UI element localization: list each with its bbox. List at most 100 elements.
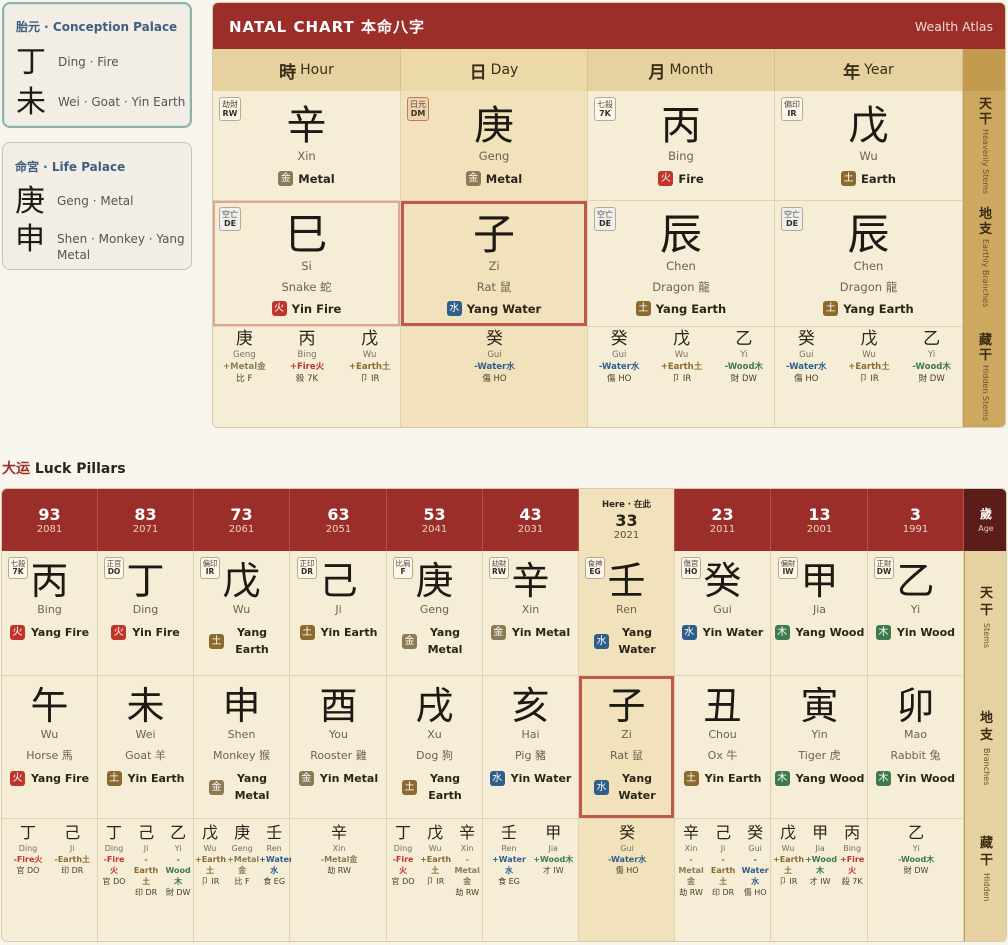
element-label: Yang Fire	[30, 626, 90, 639]
branch-pinyin: Zi	[488, 259, 500, 273]
luck-age-13[interactable]: 13 2001	[772, 489, 868, 551]
luck-stem-23[interactable]: 傷官 HO 癸 Gui 水 Yin Water	[675, 551, 771, 676]
hidden-pinyin: Geng	[233, 350, 256, 360]
branch-animal: Monkey 猴	[213, 749, 270, 762]
luck-title-en: Luck Pillars	[34, 461, 126, 477]
hidden-pinyin: Xin	[332, 844, 346, 853]
hidden-glyph: 己	[138, 823, 155, 842]
hidden-stem: 甲 Jia +Wood木才 IW	[531, 823, 575, 876]
luck-branch-3[interactable]: 卯 Mao Rabbit 兔木 Yin Wood	[868, 676, 964, 819]
luck-branch-93[interactable]: 午 Wu Horse 馬火 Yang Fire	[2, 676, 98, 819]
stem-element: 土 Earth	[841, 171, 896, 186]
hidden-element: -Water水	[598, 362, 640, 372]
col-zh: 時	[279, 62, 297, 83]
element-label: Yang Earth	[428, 772, 462, 802]
hidden-element: - Metal 金	[678, 855, 704, 886]
branch-element: 水 Yang Water	[579, 770, 674, 804]
hidden-element: +Earth 土	[195, 855, 227, 875]
luck-age-3[interactable]: 3 1991	[868, 489, 964, 551]
stem-glyph: 戊	[848, 103, 889, 149]
natal-branch-0[interactable]: 空亡 DE 巳 Si Snake 蛇火 Yin Fire	[213, 201, 401, 327]
luck-stem-63[interactable]: 正印 DR 己 Ji 土 Yin Earth	[291, 551, 387, 676]
luck-stem-33[interactable]: 食神 EG 壬 Ren 水 Yang Water	[579, 551, 675, 676]
conception-stem-row: 丁 Ding · Fire	[16, 46, 119, 80]
hidden-element: +Earth土	[660, 362, 703, 372]
hidden-element: -Water水	[474, 362, 515, 372]
luck-stem-13[interactable]: 偏財 IW 甲 Jia 木 Yang Wood	[772, 551, 868, 676]
conception-branch-row: 未 Wei · Goat · Yin Earth	[16, 86, 185, 120]
luck-age-23[interactable]: 23 2011	[675, 489, 771, 551]
element-label: Yang Metal	[427, 626, 463, 656]
natal-stem-0[interactable]: 劫財 RW 辛 Xin 金 Metal	[213, 91, 401, 201]
natal-branch-2[interactable]: 空亡 DE 辰 Chen Dragon 龍土 Yang Earth	[588, 201, 775, 327]
hidden-stem: 戊 Wu +Earth土卩 IR	[839, 329, 899, 385]
natal-branch-3[interactable]: 空亡 DE 辰 Chen Dragon 龍土 Yang Earth	[775, 201, 963, 327]
col-en: Year	[864, 62, 894, 78]
luck-branch-63[interactable]: 酉 You Rooster 雞金 Yin Metal	[291, 676, 387, 819]
life-palace-title: 命宮 · Life Palace	[15, 160, 126, 174]
natal-side-0: 天干 Heavenly Stems	[963, 91, 1005, 201]
luck-age-83[interactable]: 83 2071	[98, 489, 194, 551]
luck-stem-93[interactable]: 七殺 7K 丙 Bing 火 Yang Fire	[2, 551, 98, 676]
hidden-element: +Earth 土	[420, 855, 452, 875]
side-en: Hidden Stems	[981, 365, 990, 422]
hidden-ten-god: 傷 HO	[743, 888, 767, 897]
luck-stem-3[interactable]: 正財 DW 乙 Yi 木 Yin Wood	[868, 551, 964, 676]
hidden-element: +Wood 木	[805, 855, 838, 875]
natal-stem-3[interactable]: 偏印 IR 戊 Wu 土 Earth	[775, 91, 963, 201]
luck-stem-83[interactable]: 正官 DO 丁 Ding 火 Yin Fire	[98, 551, 194, 676]
hidden-glyph: 甲	[812, 823, 829, 842]
branch-pinyin: Chou	[708, 728, 737, 741]
branch-glyph: 子	[607, 684, 646, 728]
hidden-glyph: 辛	[331, 823, 348, 842]
luck-stem-53[interactable]: 比肩 F 庚 Geng 金 Yang Metal	[387, 551, 483, 676]
col-zh: 日	[469, 62, 487, 83]
element-icon: 土	[823, 301, 839, 316]
luck-branch-23[interactable]: 丑 Chou Ox 牛土 Yin Earth	[675, 676, 771, 819]
luck-branch-53[interactable]: 戌 Xu Dog 狗土 Yang Earth	[387, 676, 483, 819]
luck-age-63[interactable]: 63 2051	[291, 489, 387, 551]
luck-title-zh: 大运	[2, 461, 30, 477]
natal-stem-2[interactable]: 七殺 7K 丙 Bing 火 Fire	[588, 91, 775, 201]
element-label: Yin Wood	[896, 626, 956, 639]
hidden-pinyin: Wu	[203, 844, 217, 853]
hidden-glyph: 乙	[908, 823, 925, 842]
natal-stem-1[interactable]: 日元 DM 庚 Geng 金 Metal	[401, 91, 588, 201]
hidden-ten-god: 比 F	[234, 877, 250, 886]
hidden-pinyin: Wu	[781, 844, 795, 853]
luck-stem-43[interactable]: 劫財 RW 辛 Xin 金 Yin Metal	[483, 551, 579, 676]
stem-pinyin: Ren	[616, 603, 637, 616]
luck-hidden-23: 辛 Xin - Metal 金劫 RW 己 Ji - Earth 土印 DR 癸 Gui - W…	[675, 819, 771, 941]
hidden-pinyin: Jia	[815, 844, 825, 853]
ten-god-tag: 傷官 HO	[681, 557, 701, 579]
hidden-ten-god: 食 EG	[263, 877, 286, 886]
luck-age-53[interactable]: 53 2041	[387, 489, 483, 551]
life-palace-stem-row: 庚 Geng · Metal	[15, 185, 133, 219]
branch-element: 金 Yin Metal	[291, 770, 386, 787]
luck-stem-73[interactable]: 偏印 IR 戊 Wu 土 Yang Earth	[194, 551, 290, 676]
luck-branch-43[interactable]: 亥 Hai Pig 豬水 Yin Water	[483, 676, 579, 819]
hidden-pinyin: Bing	[843, 844, 862, 853]
luck-branch-73[interactable]: 申 Shen Monkey 猴金 Yang Metal	[194, 676, 290, 819]
branch-glyph: 辰	[847, 210, 890, 259]
hidden-pinyin: Ji	[720, 844, 726, 853]
luck-age-43[interactable]: 43 2031	[483, 489, 579, 551]
ten-god-zh: 日元	[410, 100, 426, 109]
natal-branch-1[interactable]: 子 Zi Rat 鼠水 Yang Water	[401, 201, 588, 327]
luck-branch-83[interactable]: 未 Wei Goat 羊土 Yin Earth	[98, 676, 194, 819]
element-label: Metal	[298, 171, 335, 186]
age-year: 2051	[325, 524, 352, 535]
hidden-element: -Fire 火	[392, 855, 414, 875]
luck-pillars-title: 大运 Luck Pillars	[2, 458, 126, 478]
element-label: Yang Water	[466, 301, 542, 316]
luck-age-93[interactable]: 93 2081	[2, 489, 98, 551]
col-zh: 月	[648, 62, 666, 83]
void-zh: 空亡	[597, 210, 613, 219]
luck-age-33[interactable]: Here · 在此 33 2021	[579, 489, 675, 551]
hidden-pinyin: Gui	[611, 350, 627, 360]
element-label: Yang Earth	[843, 301, 914, 316]
luck-branch-33[interactable]: 子 Zi Rat 鼠水 Yang Water	[579, 676, 675, 819]
luck-branch-13[interactable]: 寅 Yin Tiger 虎木 Yang Wood	[772, 676, 868, 819]
hidden-glyph: 戊	[860, 329, 878, 349]
luck-age-73[interactable]: 73 2061	[194, 489, 290, 551]
